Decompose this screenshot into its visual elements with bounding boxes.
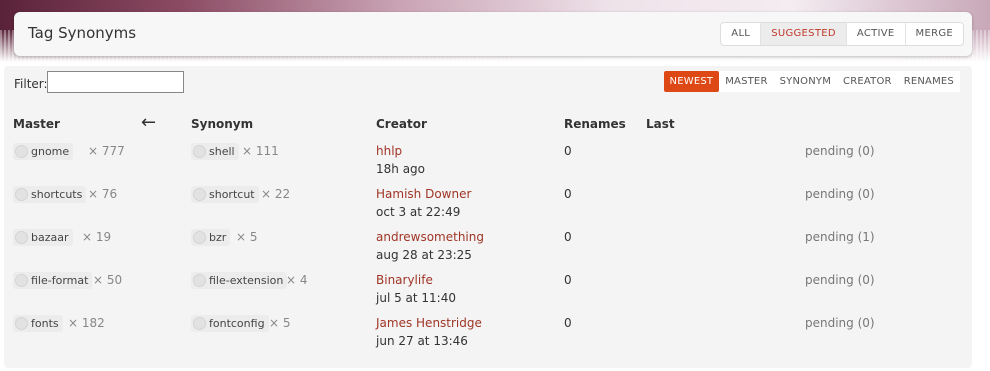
column-header-master: Master: [13, 117, 60, 131]
column-header-last: Last: [646, 117, 675, 131]
tab-active[interactable]: ACTIVE: [845, 23, 905, 45]
created-time: 18h ago: [376, 162, 426, 176]
column-header-creator: Creator: [376, 117, 427, 131]
master-count: × 777: [88, 144, 125, 158]
synonym-tag[interactable]: file-extension: [191, 272, 288, 289]
tag-toggle-icon: [15, 188, 28, 201]
synonym-count: × 4: [286, 273, 308, 287]
creator-link[interactable]: James Henstridge: [376, 316, 482, 330]
tag-toggle-icon: [15, 274, 28, 287]
created-time: oct 3 at 22:49: [376, 205, 461, 219]
table-row: shortcuts × 76 shortcut × 22 Hamish Down…: [4, 186, 972, 229]
created-time: jul 5 at 11:40: [376, 291, 456, 305]
synonym-count: × 22: [261, 187, 291, 201]
master-count: × 76: [88, 187, 118, 201]
header-bar: Tag Synonyms ALL SUGGESTED ACTIVE MERGE: [14, 12, 972, 56]
tag-toggle-icon: [15, 231, 28, 244]
table-row: gnome × 777 shell × 111 hhlp 18h ago 0 p…: [4, 143, 972, 186]
sort-tab-creator[interactable]: CREATOR: [837, 71, 898, 92]
created-time: jun 27 at 13:46: [376, 334, 468, 348]
master-tag[interactable]: bazaar: [13, 229, 73, 246]
tag-toggle-icon: [15, 145, 28, 158]
status-text: pending (0): [805, 144, 875, 158]
column-header-renames: Renames: [564, 117, 626, 131]
synonym-count: × 5: [236, 230, 258, 244]
filter-input[interactable]: [47, 71, 184, 93]
synonym-tag[interactable]: fontconfig: [191, 315, 269, 332]
master-tag[interactable]: shortcuts: [13, 186, 87, 203]
renames-count: 0: [564, 144, 572, 158]
status-text: pending (0): [805, 273, 875, 287]
creator-link[interactable]: hhlp: [376, 144, 402, 158]
sort-tab-newest[interactable]: NEWEST: [663, 71, 720, 92]
master-count: × 19: [82, 230, 112, 244]
renames-count: 0: [564, 187, 572, 201]
tag-toggle-icon: [193, 274, 206, 287]
master-tag[interactable]: file-format: [13, 272, 93, 289]
master-count: × 50: [93, 273, 123, 287]
synonyms-panel: Filter: NEWEST MASTER SYNONYM CREATOR RE…: [4, 66, 972, 368]
master-count: × 182: [68, 316, 105, 330]
synonym-tag[interactable]: shortcut: [191, 186, 259, 203]
tag-toggle-icon: [193, 188, 206, 201]
renames-count: 0: [564, 273, 572, 287]
creator-link[interactable]: Binarylife: [376, 273, 433, 287]
renames-count: 0: [564, 230, 572, 244]
renames-count: 0: [564, 316, 572, 330]
tab-all[interactable]: ALL: [721, 23, 760, 45]
tag-toggle-icon: [193, 145, 206, 158]
creator-link[interactable]: andrewsomething: [376, 230, 484, 244]
sort-tab-synonym[interactable]: SYNONYM: [774, 71, 837, 92]
tag-toggle-icon: [193, 317, 206, 330]
status-text: pending (1): [805, 230, 875, 244]
table-row: file-format × 50 file-extension × 4 Bina…: [4, 272, 972, 315]
synonym-tag[interactable]: shell: [191, 143, 239, 160]
sort-tab-master[interactable]: MASTER: [719, 71, 773, 92]
table-row: bazaar × 19 bzr × 5 andrewsomething aug …: [4, 229, 972, 272]
filter-label: Filter:: [14, 77, 48, 91]
synonym-count: × 5: [269, 316, 291, 330]
synonym-count: × 111: [242, 144, 279, 158]
status-text: pending (0): [805, 187, 875, 201]
sort-tab-renames[interactable]: RENAMES: [898, 71, 960, 92]
table-row: fonts × 182 fontconfig × 5 James Henstri…: [4, 315, 972, 358]
tag-toggle-icon: [15, 317, 28, 330]
page-title: Tag Synonyms: [28, 24, 137, 42]
master-tag[interactable]: fonts: [13, 315, 63, 332]
creator-link[interactable]: Hamish Downer: [376, 187, 471, 201]
tag-toggle-icon: [193, 231, 206, 244]
sort-tabs: NEWEST MASTER SYNONYM CREATOR RENAMES: [663, 71, 960, 92]
tab-merge[interactable]: MERGE: [904, 23, 963, 45]
master-tag[interactable]: gnome: [13, 143, 74, 160]
status-text: pending (0): [805, 316, 875, 330]
created-time: aug 28 at 23:25: [376, 248, 472, 262]
left-arrow-icon: ←: [141, 112, 157, 133]
column-header-synonym: Synonym: [191, 117, 254, 131]
view-tabs: ALL SUGGESTED ACTIVE MERGE: [720, 22, 964, 46]
synonym-tag[interactable]: bzr: [191, 229, 231, 246]
tab-suggested[interactable]: SUGGESTED: [760, 23, 846, 45]
